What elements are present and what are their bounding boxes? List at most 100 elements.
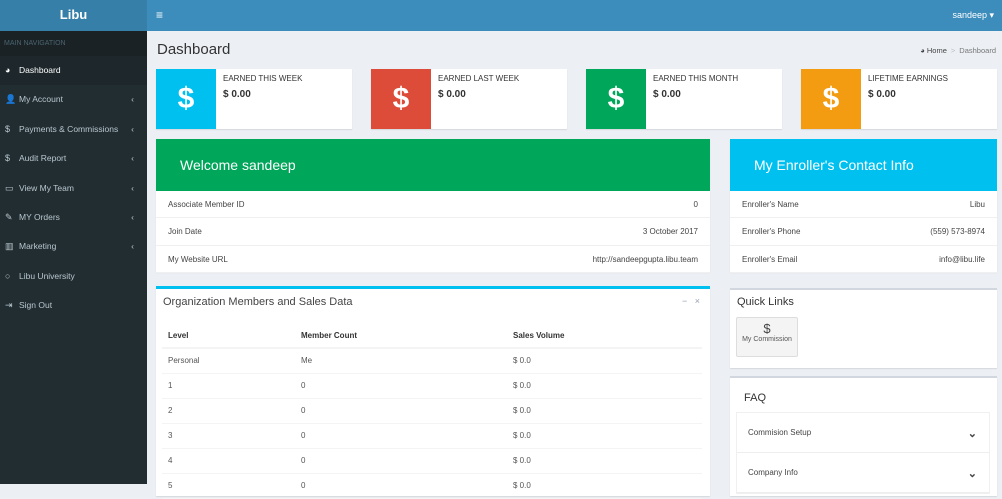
nav-icon: $ xyxy=(5,123,11,134)
faq-item-label: Company Info xyxy=(748,468,798,477)
row-label: My Website URL xyxy=(168,254,228,264)
nav-icon: ⇥ xyxy=(5,300,13,311)
nav-header: MAIN NAVIGATION xyxy=(0,31,147,56)
table-cell: $ 0.0 xyxy=(507,373,702,399)
faq-item[interactable]: Commision Setup ⌄ xyxy=(737,413,989,453)
info-box-label: EARNED THIS MONTH xyxy=(653,74,739,83)
table-cell: 4 xyxy=(162,448,295,474)
row-label: Join Date xyxy=(168,227,202,237)
sidebar-item-label: View My Team xyxy=(19,182,74,193)
info-box: $ EARNED LAST WEEK $ 0.00 xyxy=(371,69,567,129)
info-box: $ EARNED THIS WEEK $ 0.00 xyxy=(156,69,352,129)
row-label: Enroller's Name xyxy=(742,200,799,209)
row-value: Libu xyxy=(969,200,985,209)
menu-toggle-icon[interactable]: ≡ xyxy=(156,8,163,22)
faq-item[interactable]: Company Info ⌄ xyxy=(737,453,989,493)
dollar-icon: $ xyxy=(763,321,771,336)
nav-icon: ○ xyxy=(5,270,11,281)
info-box: $ EARNED THIS MONTH $ 0.00 xyxy=(586,69,782,129)
table-cell: $ 0.0 xyxy=(507,473,702,499)
chevron-down-icon: ⌄ xyxy=(967,468,977,480)
breadcrumb-separator: > xyxy=(950,46,956,55)
sidebar-item-label: Dashboard xyxy=(19,65,61,75)
sidebar-item-label: MY Orders xyxy=(19,212,60,222)
info-box-label: EARNED LAST WEEK xyxy=(438,74,520,83)
table-row: Personal Me $ 0.0 xyxy=(162,348,702,374)
dollar-icon: $ xyxy=(371,69,431,129)
chevron-left-icon: ‹ xyxy=(131,241,134,252)
dollar-icon: $ xyxy=(801,69,861,129)
table-cell: $ 0.0 xyxy=(507,348,702,374)
sidebar-item-payments-commissions[interactable]: $ Payments & Commissions ‹ xyxy=(0,115,147,144)
quick-links-title: Quick Links xyxy=(737,296,794,308)
nav-icon: ▥ xyxy=(5,241,14,252)
org-sales-table: Level Member Count Sales Volume Personal… xyxy=(162,324,702,499)
info-box: $ LIFETIME EARNINGS $ 0.00 xyxy=(801,69,997,129)
breadcrumb: ◕ Home > Dashboard xyxy=(920,46,996,55)
nav-icon: 👤 xyxy=(5,94,17,105)
row-value: http://sandeepgupta.libu.team xyxy=(592,254,698,264)
sidebar-item-label: Libu University xyxy=(19,270,75,281)
row-value: info@libu.life xyxy=(939,254,985,264)
chevron-left-icon: ‹ xyxy=(131,212,134,222)
sidebar-item-label: Payments & Commissions xyxy=(19,123,119,134)
info-row: Enroller's Phone (559) 573-8974 xyxy=(730,218,997,246)
sidebar-item-sign-out[interactable]: ⇥ Sign Out xyxy=(0,291,147,320)
my-commission-button[interactable]: $ My Commission xyxy=(736,317,798,357)
sidebar-item-my-orders[interactable]: ✎ MY Orders ‹ xyxy=(0,203,147,232)
chevron-left-icon: ‹ xyxy=(131,182,134,193)
sidebar-item-label: My Account xyxy=(19,94,63,105)
row-value: 0 xyxy=(693,200,698,209)
minimize-icon[interactable]: − xyxy=(682,296,687,306)
row-label: Enroller's Phone xyxy=(742,227,801,237)
faq-title: FAQ xyxy=(744,392,767,404)
chevron-left-icon: ‹ xyxy=(131,94,134,105)
close-icon[interactable]: × xyxy=(695,296,700,306)
info-row: Enroller's Email info@libu.life xyxy=(730,246,997,273)
table-cell: 2 xyxy=(162,398,295,424)
table-cell: $ 0.0 xyxy=(507,423,702,449)
column-header: Member Count xyxy=(295,324,507,349)
sidebar-item-libu-university[interactable]: ○ Libu University xyxy=(0,262,147,291)
info-box-label: LIFETIME EARNINGS xyxy=(868,74,949,83)
info-row: My Website URL http://sandeepgupta.libu.t… xyxy=(156,246,710,273)
table-cell: 0 xyxy=(295,473,507,499)
sidebar-item-label: Marketing xyxy=(19,241,57,252)
table-cell: $ 0.0 xyxy=(507,398,702,424)
page-title: Dashboard xyxy=(157,41,231,58)
dollar-icon: $ xyxy=(156,69,216,129)
table-cell: Me xyxy=(295,348,507,374)
table-row: 3 0 $ 0.0 xyxy=(162,423,702,449)
nav-icon: ◕ xyxy=(5,65,11,75)
sidebar: MAIN NAVIGATION ◕ Dashboard 👤 My Account ‹ $ P… xyxy=(0,31,147,484)
sidebar-item-audit-report[interactable]: $ Audit Report ‹ xyxy=(0,144,147,173)
table-row: 4 0 $ 0.0 xyxy=(162,448,702,474)
info-box-value: $ 0.00 xyxy=(868,89,896,100)
faq-item-label: Commision Setup xyxy=(748,428,812,437)
chevron-left-icon: ‹ xyxy=(131,123,134,134)
welcome-title: Welcome sandeep xyxy=(156,139,710,191)
sidebar-item-my-account[interactable]: 👤 My Account ‹ xyxy=(0,85,147,114)
app-logo[interactable]: Libu xyxy=(0,0,147,31)
table-row: 2 0 $ 0.0 xyxy=(162,398,702,424)
table-row: 1 0 $ 0.0 xyxy=(162,373,702,399)
column-header: Sales Volume xyxy=(507,324,702,349)
sidebar-item-view-my-team[interactable]: ▭ View My Team ‹ xyxy=(0,174,147,203)
dashboard-icon: ◕ xyxy=(920,46,927,55)
faq-panel: FAQ Commision Setup ⌄ Company Info ⌄ xyxy=(730,376,997,496)
row-value: 3 October 2017 xyxy=(642,227,698,237)
welcome-card: Welcome sandeep Associate Member ID 0 Join… xyxy=(156,139,710,273)
sidebar-item-marketing[interactable]: ▥ Marketing ‹ xyxy=(0,232,147,261)
dollar-icon: $ xyxy=(586,69,646,129)
enroller-card: My Enroller's Contact Info Enroller's Na… xyxy=(730,139,997,273)
sidebar-item-dashboard[interactable]: ◕ Dashboard xyxy=(0,56,147,85)
table-cell: 5 xyxy=(162,473,295,499)
chevron-down-icon: ⌄ xyxy=(967,428,977,440)
org-panel-title: Organization Members and Sales Data xyxy=(163,296,353,308)
sidebar-item-label: Audit Report xyxy=(19,153,67,164)
quick-link-label: My Commission xyxy=(742,336,792,343)
user-menu[interactable]: sandeep ▾ xyxy=(952,10,994,21)
row-label: Associate Member ID xyxy=(168,200,245,209)
breadcrumb-home[interactable]: Home xyxy=(927,46,947,55)
nav-icon: $ xyxy=(5,153,11,164)
